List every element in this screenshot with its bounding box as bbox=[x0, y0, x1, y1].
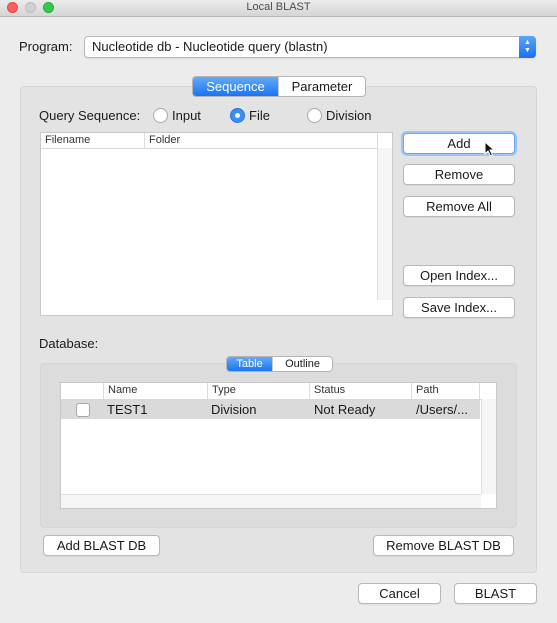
row-path: /Users/... bbox=[416, 402, 469, 417]
radio-file-label: File bbox=[249, 108, 270, 123]
database-view-tab-bar: Table Outline bbox=[226, 356, 333, 372]
save-index-button[interactable]: Save Index... bbox=[403, 297, 515, 318]
column-check[interactable] bbox=[61, 383, 104, 399]
radio-input[interactable] bbox=[153, 108, 168, 123]
chevron-updown-icon: ▲ ▼ bbox=[519, 36, 536, 58]
query-file-table[interactable]: Filename Folder bbox=[40, 132, 393, 316]
radio-division[interactable] bbox=[307, 108, 322, 123]
column-name[interactable]: Name bbox=[104, 383, 208, 399]
tab-sequence[interactable]: Sequence bbox=[193, 77, 278, 96]
remove-blast-db-button[interactable]: Remove BLAST DB bbox=[373, 535, 514, 556]
vertical-scrollbar[interactable] bbox=[377, 148, 392, 300]
database-table[interactable]: Name Type Status Path TEST1 Division Not… bbox=[60, 382, 497, 509]
tab-parameter[interactable]: Parameter bbox=[278, 77, 365, 96]
tab-table[interactable]: Table bbox=[227, 357, 273, 371]
add-blast-db-button[interactable]: Add BLAST DB bbox=[43, 535, 160, 556]
program-select[interactable]: Nucleotide db - Nucleotide query (blastn… bbox=[84, 36, 536, 58]
database-label: Database: bbox=[39, 336, 99, 351]
row-status: Not Ready bbox=[314, 402, 376, 417]
open-index-button[interactable]: Open Index... bbox=[403, 265, 515, 286]
column-filename[interactable]: Filename bbox=[41, 133, 145, 148]
radio-division-label: Division bbox=[326, 108, 372, 123]
program-selected-value: Nucleotide db - Nucleotide query (blastn… bbox=[92, 39, 328, 54]
title-bar: Local BLAST bbox=[0, 0, 557, 17]
remove-all-button[interactable]: Remove All bbox=[403, 196, 515, 217]
cancel-button[interactable]: Cancel bbox=[358, 583, 441, 604]
window-title: Local BLAST bbox=[246, 1, 311, 13]
column-path[interactable]: Path bbox=[412, 383, 480, 399]
tab-outline[interactable]: Outline bbox=[272, 357, 332, 371]
query-sequence-label: Query Sequence: bbox=[39, 108, 141, 123]
database-horizontal-scrollbar[interactable] bbox=[61, 494, 481, 508]
radio-input-label: Input bbox=[172, 108, 201, 123]
remove-button[interactable]: Remove bbox=[403, 164, 515, 185]
table-row[interactable]: TEST1 Division Not Ready /Users/... bbox=[61, 400, 480, 419]
mouse-cursor-icon bbox=[484, 140, 496, 157]
main-tab-bar: Sequence Parameter bbox=[192, 76, 366, 97]
column-status[interactable]: Status bbox=[310, 383, 412, 399]
row-type: Division bbox=[211, 402, 257, 417]
query-table-header: Filename Folder bbox=[41, 133, 392, 149]
blast-button[interactable]: BLAST bbox=[454, 583, 537, 604]
add-button[interactable]: Add bbox=[403, 133, 515, 154]
row-name: TEST1 bbox=[107, 402, 148, 417]
program-label: Program: bbox=[19, 39, 73, 54]
radio-file[interactable] bbox=[230, 108, 245, 123]
column-folder[interactable]: Folder bbox=[145, 133, 378, 148]
row-checkbox[interactable] bbox=[76, 403, 90, 417]
column-type[interactable]: Type bbox=[208, 383, 310, 399]
database-vertical-scrollbar[interactable] bbox=[481, 399, 496, 494]
database-table-header: Name Type Status Path bbox=[61, 383, 496, 400]
